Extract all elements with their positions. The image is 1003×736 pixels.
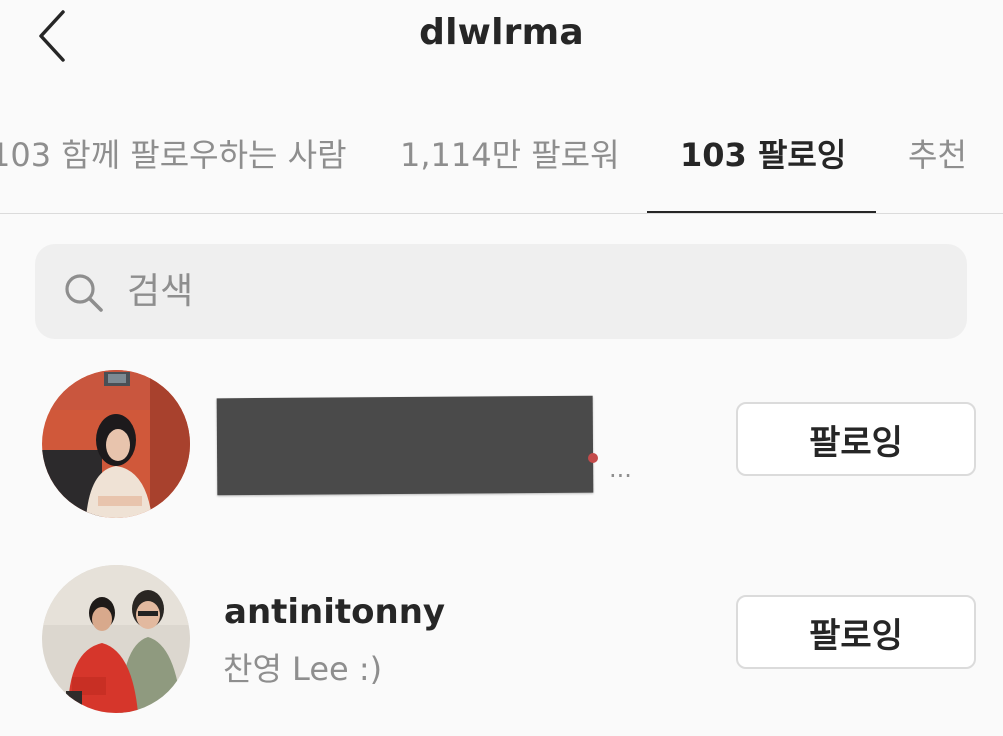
username[interactable]: antinitonny [224, 592, 445, 632]
avatar[interactable] [42, 565, 190, 713]
following-button[interactable]: 팔로잉 [736, 402, 976, 476]
active-tab-indicator [647, 211, 876, 213]
list-item: antinitonny 찬영 Lee :) 팔로잉 [0, 560, 1003, 720]
avatar[interactable] [42, 370, 190, 518]
redaction-edge-mark [588, 453, 598, 463]
search-input[interactable] [125, 244, 925, 339]
tab-followers[interactable]: 1,114만 팔로워 [400, 132, 620, 178]
tab-bar: 103 함께 팔로우하는 사람 1,114만 팔로워 103 팔로잉 추천 [0, 92, 1003, 214]
tab-mutual-followers[interactable]: 103 함께 팔로우하는 사람 [0, 132, 347, 178]
tab-following[interactable]: 103 팔로잉 [680, 132, 846, 178]
following-list-screen: dlwlrma 103 함께 팔로우하는 사람 1,114만 팔로워 103 팔… [0, 0, 1003, 736]
truncation-ellipsis: ... [609, 455, 632, 483]
search-icon [65, 274, 103, 312]
page-title: dlwlrma [419, 12, 584, 53]
search-bar[interactable] [35, 244, 967, 339]
following-button[interactable]: 팔로잉 [736, 595, 976, 669]
user-full-name: 찬영 Lee :) [223, 650, 383, 688]
header: dlwlrma [0, 0, 1003, 92]
redacted-username [216, 395, 594, 496]
tab-suggested[interactable]: 추천 [908, 132, 967, 178]
list-item: ... 팔로잉 [0, 365, 1003, 525]
